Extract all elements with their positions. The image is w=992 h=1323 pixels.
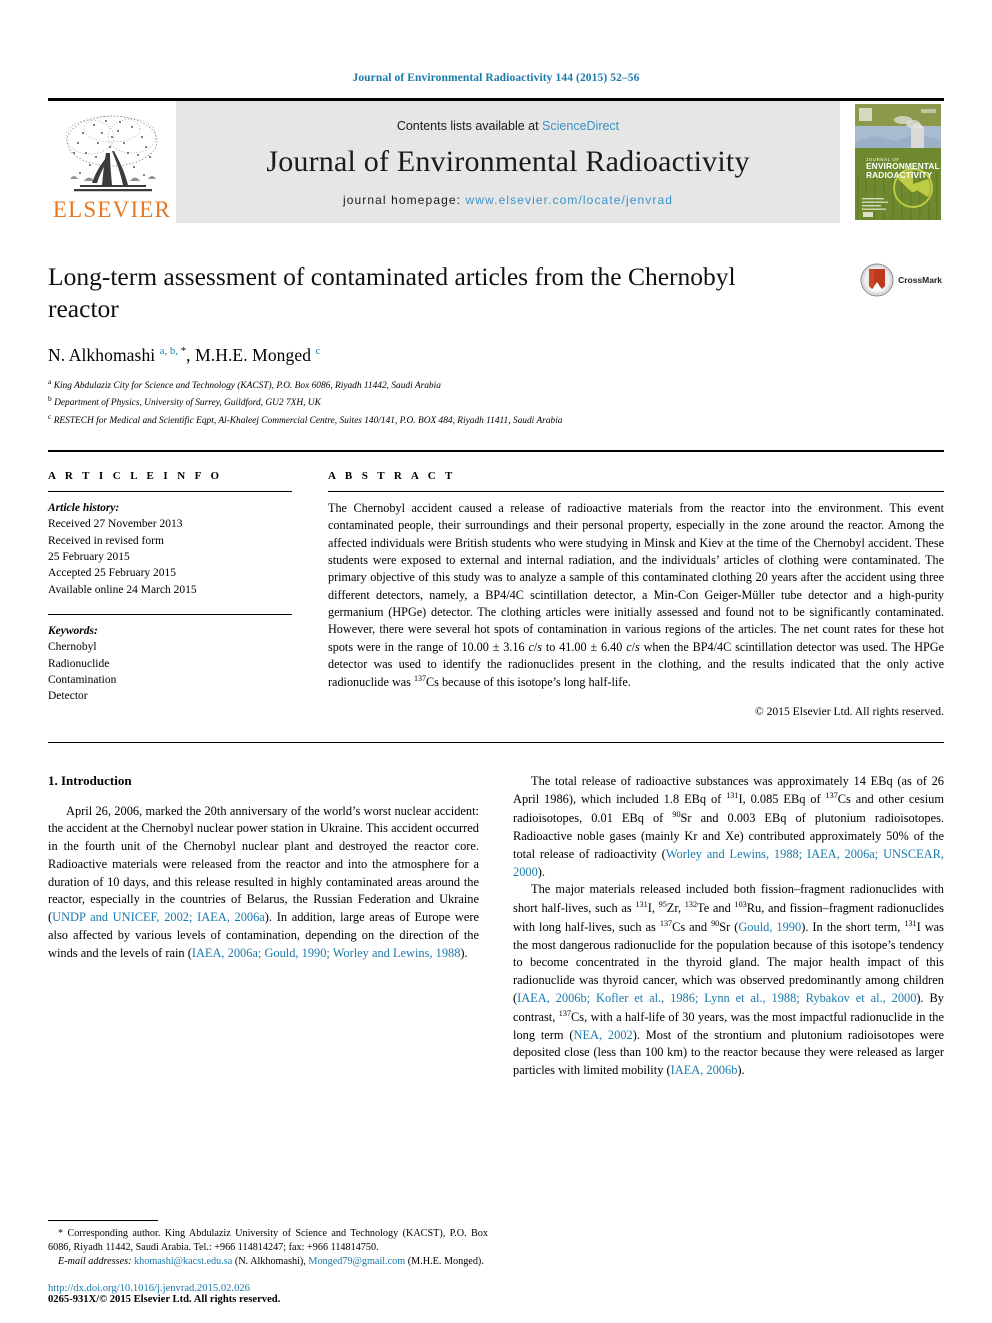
affiliation-text: King Abdulaziz City for Science and Tech… [53,381,441,392]
body-column-right: The total release of radioactive substan… [513,773,944,1203]
history-item: Accepted 25 February 2015 [48,567,177,580]
elsevier-wordmark: ELSEVIER [52,197,172,222]
journal-title: Journal of Environmental Radioactivity [266,145,750,178]
journal-cover-image: JOURNAL OF ENVIRONMENTAL RADIOACTIVITY [855,104,941,220]
corresponding-author-note: * Corresponding author. King Abdulaziz U… [48,1227,488,1253]
homepage-url[interactable]: www.elsevier.com/locate/jenvrad [466,193,674,207]
info-abstract-row: A R T I C L E I N F O Article history: R… [48,470,944,718]
paper-page: Journal of Environmental Radioactivity 1… [0,0,992,1323]
body-columns: 1. Introduction April 26, 2006, marked t… [48,773,944,1203]
abstract-rule [328,490,944,492]
cover-title-2: RADIOACTIVITY [866,170,933,180]
history-item: Available online 24 March 2015 [48,583,197,596]
abstract-heading: A B S T R A C T [328,469,456,482]
journal-banner: Contents lists available at ScienceDirec… [176,101,840,223]
crossmark-icon [860,263,894,297]
body-column-left: 1. Introduction April 26, 2006, marked t… [48,773,479,1203]
author-list: N. Alkhomashi a, b, *, M.H.E. Monged c [48,345,321,366]
history-item: Received 27 November 2013 [48,518,183,531]
affiliation-list: a King Abdulaziz City for Science and Te… [48,376,944,428]
article-info-heading: A R T I C L E I N F O [48,469,223,482]
intro-paragraph-1: April 26, 2006, marked the 20th annivers… [48,803,479,960]
footnote-rule [48,1219,158,1221]
journal-cover-thumbnail: JOURNAL OF ENVIRONMENTAL RADIOACTIVITY [852,101,944,223]
affiliation-item: c RESTECH for Medical and Scientific Eqp… [48,411,944,428]
contents-prefix: Contents lists available at [396,119,543,133]
affiliation-text: RESTECH for Medical and Scientific Eqpt,… [53,415,563,426]
history-item: Received in revised form [48,534,164,547]
intro-paragraph-2: The total release of radioactive substan… [513,773,944,879]
contents-line: Contents lists available at ScienceDirec… [397,119,619,133]
abstract-text: The Chernobyl accident caused a release … [328,500,944,690]
journal-homepage-line: journal homepage: www.elsevier.com/locat… [343,193,673,207]
issn-copyright-line: 0265-931X/© 2015 Elsevier Ltd. All right… [48,1294,281,1305]
section-heading-introduction: 1. Introduction [48,772,132,788]
keyword-item: Detector [48,690,88,703]
title-block: Long-term assessment of contaminated art… [48,261,944,428]
crossmark-label: CrossMark [898,275,942,285]
history-item: 25 February 2015 [48,550,130,563]
keyword-item: Radionuclide [48,657,110,670]
keywords-rule [48,613,292,615]
affiliation-marker: b [48,394,52,404]
affiliation-item: a King Abdulaziz City for Science and Te… [48,376,944,393]
homepage-label: journal homepage: [342,193,466,207]
journal-masthead: ELSEVIER Contents lists available at Sci… [48,98,944,223]
article-info-column: A R T I C L E I N F O Article history: R… [48,470,292,718]
affiliation-marker: c [48,411,52,421]
crossmark-badge[interactable]: CrossMark [860,263,942,297]
elsevier-logo: ELSEVIER [48,101,176,223]
article-history-label: Article history: [48,501,120,514]
affiliation-marker: a [48,377,52,387]
article-info-rule [48,490,292,492]
affiliation-text: Department of Physics, University of Sur… [54,398,321,409]
elsevier-tree-icon [65,115,158,192]
keyword-item: Contamination [48,673,117,686]
body-top-rule [48,741,944,743]
email-addresses-note: E-mail addresses: khomashi@kacst.edu.sa … [58,1255,484,1267]
footnote-block: * Corresponding author. King Abdulaziz U… [48,1219,488,1305]
page-title: Long-term assessment of contaminated art… [48,262,736,324]
copyright-line: © 2015 Elsevier Ltd. All rights reserved… [754,704,944,718]
running-head: Journal of Environmental Radioactivity 1… [352,72,640,84]
abstract-column: A B S T R A C T The Chernobyl accident c… [328,470,944,718]
intro-paragraph-3: The major materials released included bo… [513,882,945,1077]
keywords-block: Keywords: Chernobyl Radionuclide Contami… [48,623,292,705]
affiliation-item: b Department of Physics, University of S… [48,393,944,410]
doi-link[interactable]: http://dx.doi.org/10.1016/j.jenvrad.2015… [48,1283,488,1294]
keyword-item: Chernobyl [48,641,97,654]
keywords-label: Keywords: [48,624,98,637]
article-history: Article history: Received 27 November 20… [48,500,292,598]
info-top-rule [48,449,944,452]
sciencedirect-link[interactable]: ScienceDirect [542,119,619,133]
